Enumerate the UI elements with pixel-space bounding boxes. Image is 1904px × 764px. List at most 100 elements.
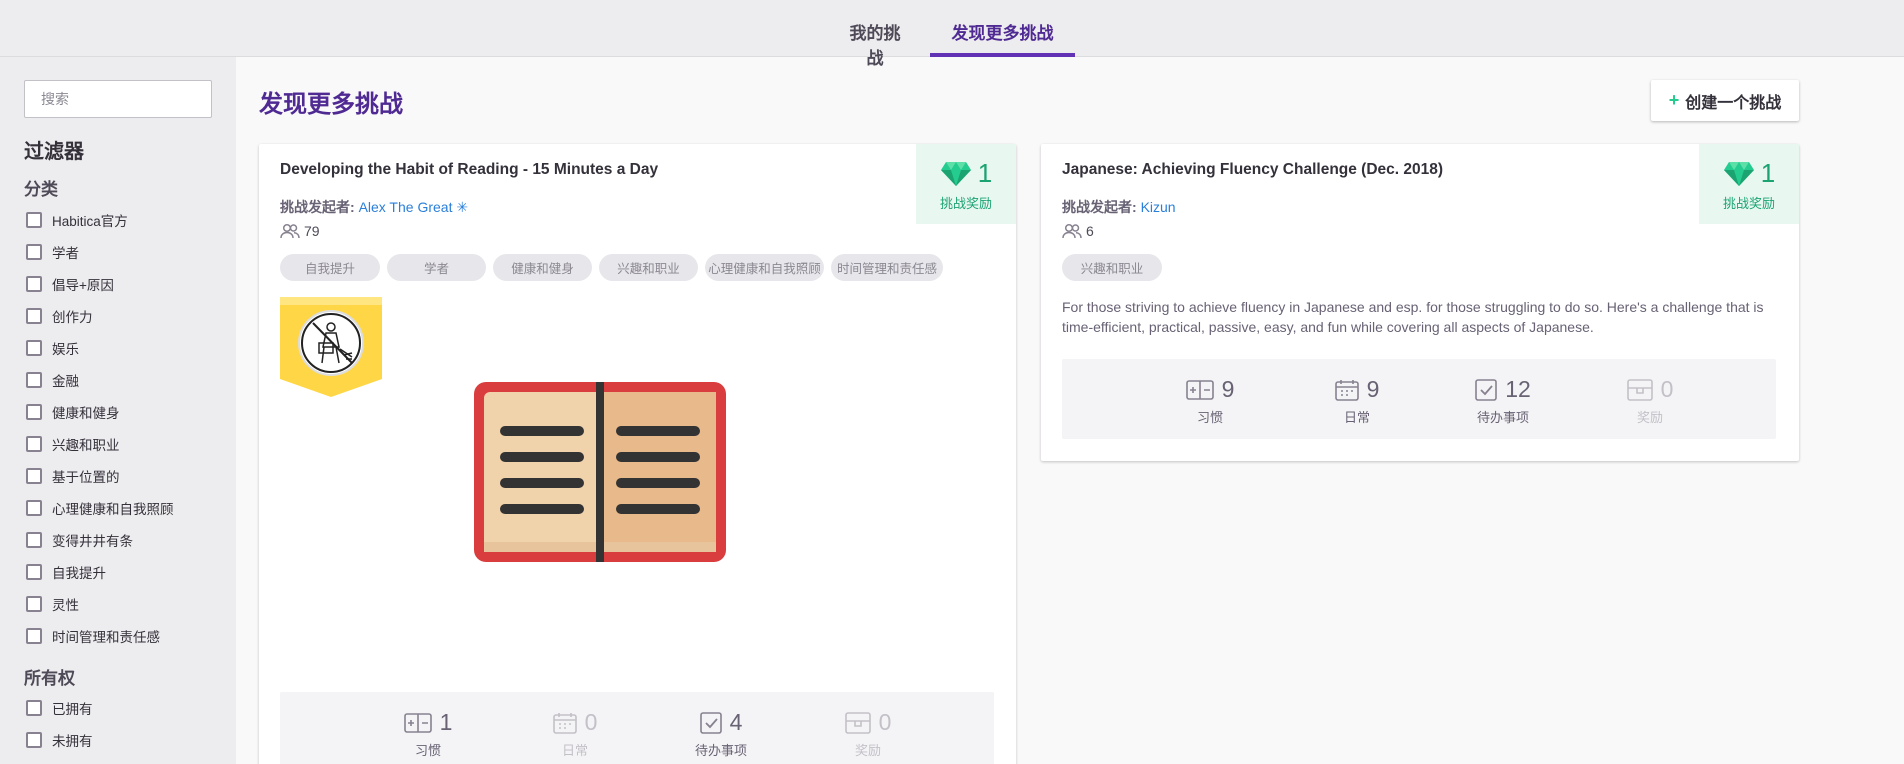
category-checkbox-health-fitness[interactable]: 健康和健身: [26, 402, 120, 422]
stat-todos: 12 待办事项: [1448, 376, 1558, 426]
reward-icon: [844, 711, 871, 734]
member-count: 79: [280, 223, 320, 239]
page-title: 发现更多挑战: [259, 91, 403, 118]
search-input[interactable]: [24, 80, 212, 118]
daily-icon: [552, 712, 577, 734]
category-tag[interactable]: 时间管理和责任感: [831, 254, 943, 281]
daily-icon: [1334, 379, 1359, 401]
checkbox[interactable]: [26, 244, 42, 260]
tab-my-challenges[interactable]: 我的挑战: [842, 0, 908, 68]
stat-label: 奖励: [1636, 410, 1663, 425]
ownership-label: 未拥有: [52, 734, 93, 749]
category-label: 灵性: [52, 598, 79, 613]
category-tag[interactable]: 健康和健身: [493, 254, 592, 281]
leader-name-link[interactable]: Alex The Great ✳: [359, 199, 469, 215]
category-tag[interactable]: 自我提升: [280, 254, 380, 281]
category-checkbox-self-improvement[interactable]: 自我提升: [26, 562, 106, 582]
tab-discover-challenges[interactable]: 发现更多挑战: [930, 0, 1075, 57]
challenge-card[interactable]: Japanese: Achieving Fluency Challenge (D…: [1041, 144, 1799, 461]
checkbox[interactable]: [26, 732, 42, 748]
members-icon: [280, 223, 300, 239]
category-checkbox-academics[interactable]: 学者: [26, 242, 79, 262]
category-tag[interactable]: 学者: [387, 254, 486, 281]
checkbox[interactable]: [26, 500, 42, 516]
ownership-label: 已拥有: [52, 702, 93, 717]
category-tag[interactable]: 兴趣和职业: [1062, 254, 1162, 281]
stat-value: 9: [1366, 376, 1380, 402]
checkbox[interactable]: [26, 404, 42, 420]
category-tag[interactable]: 兴趣和职业: [599, 254, 698, 281]
member-count-value: 79: [304, 223, 320, 239]
category-label: 健康和健身: [52, 406, 120, 421]
stat-habits: 1 习惯: [373, 709, 483, 759]
prize-label: 挑战奖励: [1722, 196, 1775, 211]
stat-todos: 4 待办事项: [666, 709, 776, 759]
checkbox[interactable]: [26, 276, 42, 292]
create-challenge-label: 创建一个挑战: [1685, 94, 1782, 112]
category-checkbox-habitica-official[interactable]: Habitica官方: [26, 210, 128, 230]
ownership-checkbox-owned[interactable]: 已拥有: [26, 698, 93, 718]
checkbox[interactable]: [26, 596, 42, 612]
category-label: 兴趣和职业: [52, 438, 120, 453]
stat-label: 奖励: [854, 743, 881, 758]
category-checkbox-advocacy[interactable]: 倡导+原因: [26, 274, 114, 294]
plus-icon: +: [1668, 90, 1680, 110]
checkbox[interactable]: [26, 436, 42, 452]
checkbox[interactable]: [26, 372, 42, 388]
category-label: 金融: [52, 374, 79, 389]
category-checkbox-getting-organized[interactable]: 变得井井有条: [26, 530, 133, 550]
challenge-title[interactable]: Japanese: Achieving Fluency Challenge (D…: [1062, 161, 1443, 179]
checkbox[interactable]: [26, 308, 42, 324]
stat-value: 0: [878, 709, 892, 735]
checkbox[interactable]: [26, 564, 42, 580]
habit-icon: [403, 712, 432, 733]
stat-label: 习惯: [1196, 410, 1223, 425]
filters-title: 过滤器: [24, 141, 84, 163]
category-label: 基于位置的: [52, 470, 120, 485]
category-tag[interactable]: 心理健康和自我照顾: [705, 254, 824, 281]
member-count: 6: [1062, 223, 1094, 239]
book-icon: [474, 382, 726, 567]
leader-name-link[interactable]: Kizun: [1141, 199, 1176, 215]
category-label: 娱乐: [52, 342, 79, 357]
leader-label: 挑战发起者:: [1062, 199, 1137, 215]
challenge-prize: 1 挑战奖励: [916, 144, 1016, 224]
ownership-checkbox-not-owned[interactable]: 未拥有: [26, 730, 93, 750]
category-label: 创作力: [52, 310, 93, 325]
category-checkbox-spirituality[interactable]: 灵性: [26, 594, 79, 614]
category-label: 变得井井有条: [52, 534, 133, 549]
challenge-prize: 1 挑战奖励: [1699, 144, 1799, 224]
challenge-card[interactable]: Developing the Habit of Reading - 15 Min…: [259, 144, 1016, 764]
members-icon: [1062, 223, 1082, 239]
stat-label: 待办事项: [1476, 410, 1529, 425]
todo-icon: [1475, 378, 1498, 401]
category-checkbox-entertainment[interactable]: 娱乐: [26, 338, 79, 358]
stat-value: 4: [729, 709, 743, 735]
checkbox[interactable]: [26, 340, 42, 356]
prize-value: 1: [1760, 158, 1776, 188]
stat-habits: 9 习惯: [1155, 376, 1265, 426]
category-checkbox-time-management[interactable]: 时间管理和责任感: [26, 626, 160, 646]
checkbox[interactable]: [26, 532, 42, 548]
checkbox[interactable]: [26, 212, 42, 228]
category-label: 学者: [52, 246, 79, 261]
create-challenge-button[interactable]: + 创建一个挑战: [1651, 80, 1799, 121]
stat-label: 习惯: [414, 743, 441, 758]
category-heading: 分类: [24, 180, 58, 199]
category-checkbox-finance[interactable]: 金融: [26, 370, 79, 390]
stat-dailies: 0 日常: [520, 709, 630, 759]
category-label: 自我提升: [52, 566, 106, 581]
checkbox[interactable]: [26, 628, 42, 644]
category-checkbox-hobbies-occupations[interactable]: 兴趣和职业: [26, 434, 120, 454]
challenge-description: For those striving to achieve fluency in…: [1062, 299, 1764, 335]
challenge-title[interactable]: Developing the Habit of Reading - 15 Min…: [280, 161, 658, 179]
checkbox[interactable]: [26, 700, 42, 716]
category-checkbox-mental-health[interactable]: 心理健康和自我照顾: [26, 498, 174, 518]
category-checkbox-location-based[interactable]: 基于位置的: [26, 466, 120, 486]
habit-icon: [1185, 379, 1214, 400]
category-label: 时间管理和责任感: [52, 630, 160, 645]
category-checkbox-creativity[interactable]: 创作力: [26, 306, 93, 326]
checkbox[interactable]: [26, 468, 42, 484]
category-label: 心理健康和自我照顾: [52, 502, 174, 517]
stat-rewards: 0 奖励: [1595, 376, 1705, 426]
